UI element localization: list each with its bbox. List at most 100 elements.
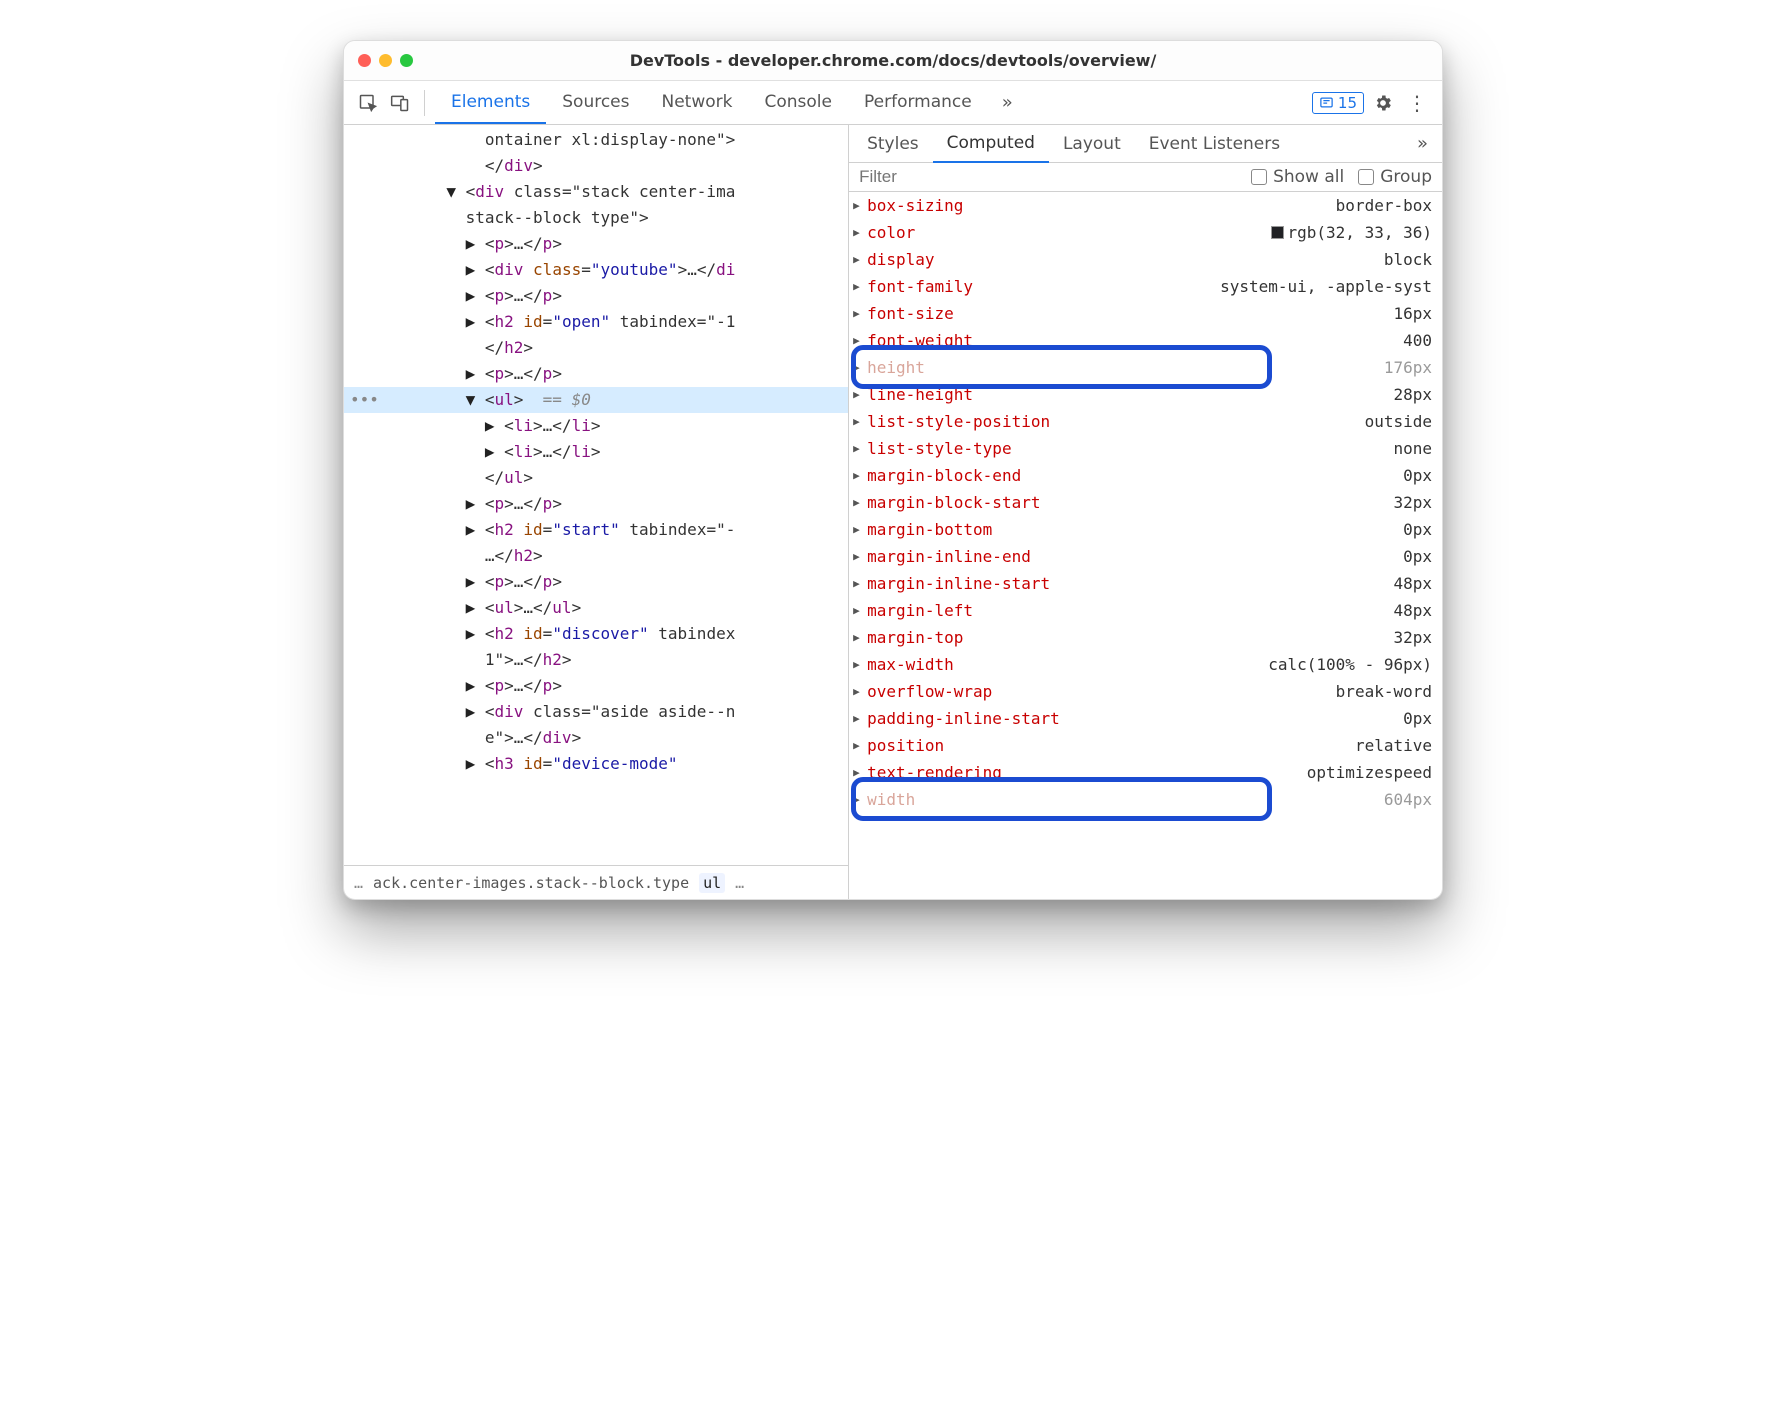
- computed-row-position[interactable]: ▶positionrelative: [849, 732, 1442, 759]
- crumb-overflow-left[interactable]: …: [354, 874, 363, 892]
- prop-name: font-weight: [867, 327, 973, 354]
- dom-row[interactable]: ▶ <h2 id="discover" tabindex: [344, 621, 848, 647]
- tab-performance[interactable]: Performance: [848, 82, 988, 123]
- dom-row[interactable]: ▶ <p>…</p>: [344, 283, 848, 309]
- computed-row-width[interactable]: ▶width604px: [849, 786, 1442, 813]
- dom-row[interactable]: ▶ <p>…</p>: [344, 673, 848, 699]
- close-icon[interactable]: [358, 54, 371, 67]
- disclosure-icon: ▶: [853, 354, 867, 381]
- dom-row[interactable]: e">…</div>: [344, 725, 848, 751]
- dom-row[interactable]: 1">…</h2>: [344, 647, 848, 673]
- computed-row-list-style-type[interactable]: ▶list-style-typenone: [849, 435, 1442, 462]
- tab-network[interactable]: Network: [646, 82, 749, 123]
- dom-row[interactable]: </h2>: [344, 335, 848, 361]
- prop-value: 0px: [1393, 516, 1432, 543]
- computed-row-max-width[interactable]: ▶max-widthcalc(100% - 96px): [849, 651, 1442, 678]
- prop-value: 48px: [1383, 597, 1432, 624]
- disclosure-icon: ▶: [853, 570, 867, 597]
- computed-row-overflow-wrap[interactable]: ▶overflow-wrapbreak-word: [849, 678, 1442, 705]
- dom-row[interactable]: ▶ <li>…</li>: [344, 413, 848, 439]
- computed-row-height[interactable]: ▶height176px: [849, 354, 1442, 381]
- zoom-icon[interactable]: [400, 54, 413, 67]
- kebab-menu-icon[interactable]: ⋮: [1402, 88, 1432, 118]
- dom-row[interactable]: </ul>: [344, 465, 848, 491]
- dom-row[interactable]: ▼ <div class="stack center-ima: [344, 179, 848, 205]
- checkbox-icon: [1251, 169, 1267, 185]
- disclosure-icon: ▶: [853, 732, 867, 759]
- tab-elements[interactable]: Elements: [435, 82, 546, 124]
- computed-row-margin-top[interactable]: ▶margin-top32px: [849, 624, 1442, 651]
- prop-value: 0px: [1393, 543, 1432, 570]
- dom-row[interactable]: ▶ <div class="youtube">…</di: [344, 257, 848, 283]
- computed-row-margin-inline-end[interactable]: ▶margin-inline-end0px: [849, 543, 1442, 570]
- prop-value: 32px: [1383, 624, 1432, 651]
- computed-row-margin-bottom[interactable]: ▶margin-bottom0px: [849, 516, 1442, 543]
- disclosure-icon: ▶: [853, 624, 867, 651]
- prop-value: 48px: [1383, 570, 1432, 597]
- dom-row[interactable]: ▶ <ul>…</ul>: [344, 595, 848, 621]
- prop-value: 0px: [1393, 705, 1432, 732]
- dom-row[interactable]: ▶ <div class="aside aside--n: [344, 699, 848, 725]
- computed-row-color[interactable]: ▶colorrgb(32, 33, 36): [849, 219, 1442, 246]
- subtab-styles[interactable]: Styles: [853, 126, 933, 162]
- computed-row-font-family[interactable]: ▶font-familysystem-ui, -apple-syst: [849, 273, 1442, 300]
- issues-count: 15: [1338, 94, 1357, 112]
- dom-row[interactable]: ontainer xl:display-none">: [344, 127, 848, 153]
- computed-row-list-style-position[interactable]: ▶list-style-positionoutside: [849, 408, 1442, 435]
- prop-name: overflow-wrap: [867, 678, 992, 705]
- more-subtabs-icon[interactable]: »: [1407, 133, 1438, 154]
- crumb-selected[interactable]: ul: [699, 873, 725, 893]
- dom-row[interactable]: ▶ <p>…</p>: [344, 569, 848, 595]
- dom-row[interactable]: ▶ <h3 id="device-mode": [344, 751, 848, 777]
- computed-row-font-weight[interactable]: ▶font-weight400: [849, 327, 1442, 354]
- computed-row-margin-left[interactable]: ▶margin-left48px: [849, 597, 1442, 624]
- disclosure-icon: ▶: [853, 705, 867, 732]
- tab-sources[interactable]: Sources: [546, 82, 645, 123]
- prop-name: height: [867, 354, 925, 381]
- subtab-computed[interactable]: Computed: [933, 125, 1049, 163]
- tab-console[interactable]: Console: [748, 82, 848, 123]
- dom-row[interactable]: ▶ <p>…</p>: [344, 231, 848, 257]
- computed-row-text-rendering[interactable]: ▶text-renderingoptimizespeed: [849, 759, 1442, 786]
- prop-name: font-size: [867, 300, 954, 327]
- computed-row-box-sizing[interactable]: ▶box-sizingborder-box: [849, 192, 1442, 219]
- show-all-checkbox[interactable]: Show all: [1251, 167, 1344, 187]
- minimize-icon[interactable]: [379, 54, 392, 67]
- prop-value: 16px: [1383, 300, 1432, 327]
- device-toggle-icon[interactable]: [386, 89, 414, 117]
- filter-bar: Show all Group: [849, 163, 1442, 192]
- group-checkbox[interactable]: Group: [1358, 167, 1432, 187]
- dom-row[interactable]: ▶ <h2 id="start" tabindex="-: [344, 517, 848, 543]
- computed-row-padding-inline-start[interactable]: ▶padding-inline-start0px: [849, 705, 1442, 732]
- dom-row[interactable]: ••• ▼ <ul> == $0: [344, 387, 848, 413]
- elements-panel: ontainer xl:display-none"> </div> ▼ <div…: [344, 125, 849, 899]
- computed-properties[interactable]: ▶box-sizingborder-box▶colorrgb(32, 33, 3…: [849, 192, 1442, 899]
- breadcrumb[interactable]: … ack.center-images.stack--block.type ul…: [344, 865, 848, 899]
- dom-row[interactable]: …</h2>: [344, 543, 848, 569]
- computed-row-margin-block-end[interactable]: ▶margin-block-end0px: [849, 462, 1442, 489]
- dom-row[interactable]: ▶ <li>…</li>: [344, 439, 848, 465]
- more-tabs-icon[interactable]: »: [992, 92, 1023, 113]
- crumb-path[interactable]: ack.center-images.stack--block.type: [373, 874, 689, 892]
- crumb-overflow-right[interactable]: …: [735, 874, 744, 892]
- inspect-icon[interactable]: [354, 89, 382, 117]
- dom-row[interactable]: stack--block type">: [344, 205, 848, 231]
- dom-row[interactable]: ▶ <p>…</p>: [344, 361, 848, 387]
- computed-row-margin-inline-start[interactable]: ▶margin-inline-start48px: [849, 570, 1442, 597]
- dom-tree[interactable]: ontainer xl:display-none"> </div> ▼ <div…: [344, 125, 848, 865]
- subtab-event-listeners[interactable]: Event Listeners: [1135, 126, 1294, 162]
- subtab-layout[interactable]: Layout: [1049, 126, 1135, 162]
- computed-row-line-height[interactable]: ▶line-height28px: [849, 381, 1442, 408]
- computed-row-display[interactable]: ▶displayblock: [849, 246, 1442, 273]
- traffic-lights: [358, 54, 413, 67]
- prop-name: line-height: [867, 381, 973, 408]
- computed-row-font-size[interactable]: ▶font-size16px: [849, 300, 1442, 327]
- dom-row[interactable]: ▶ <p>…</p>: [344, 491, 848, 517]
- dom-row[interactable]: </div>: [344, 153, 848, 179]
- computed-row-margin-block-start[interactable]: ▶margin-block-start32px: [849, 489, 1442, 516]
- filter-input[interactable]: [859, 167, 1237, 187]
- settings-icon[interactable]: [1368, 88, 1398, 118]
- main-toolbar: ElementsSourcesNetworkConsolePerformance…: [344, 81, 1442, 125]
- issues-button[interactable]: 15: [1312, 92, 1364, 114]
- dom-row[interactable]: ▶ <h2 id="open" tabindex="-1: [344, 309, 848, 335]
